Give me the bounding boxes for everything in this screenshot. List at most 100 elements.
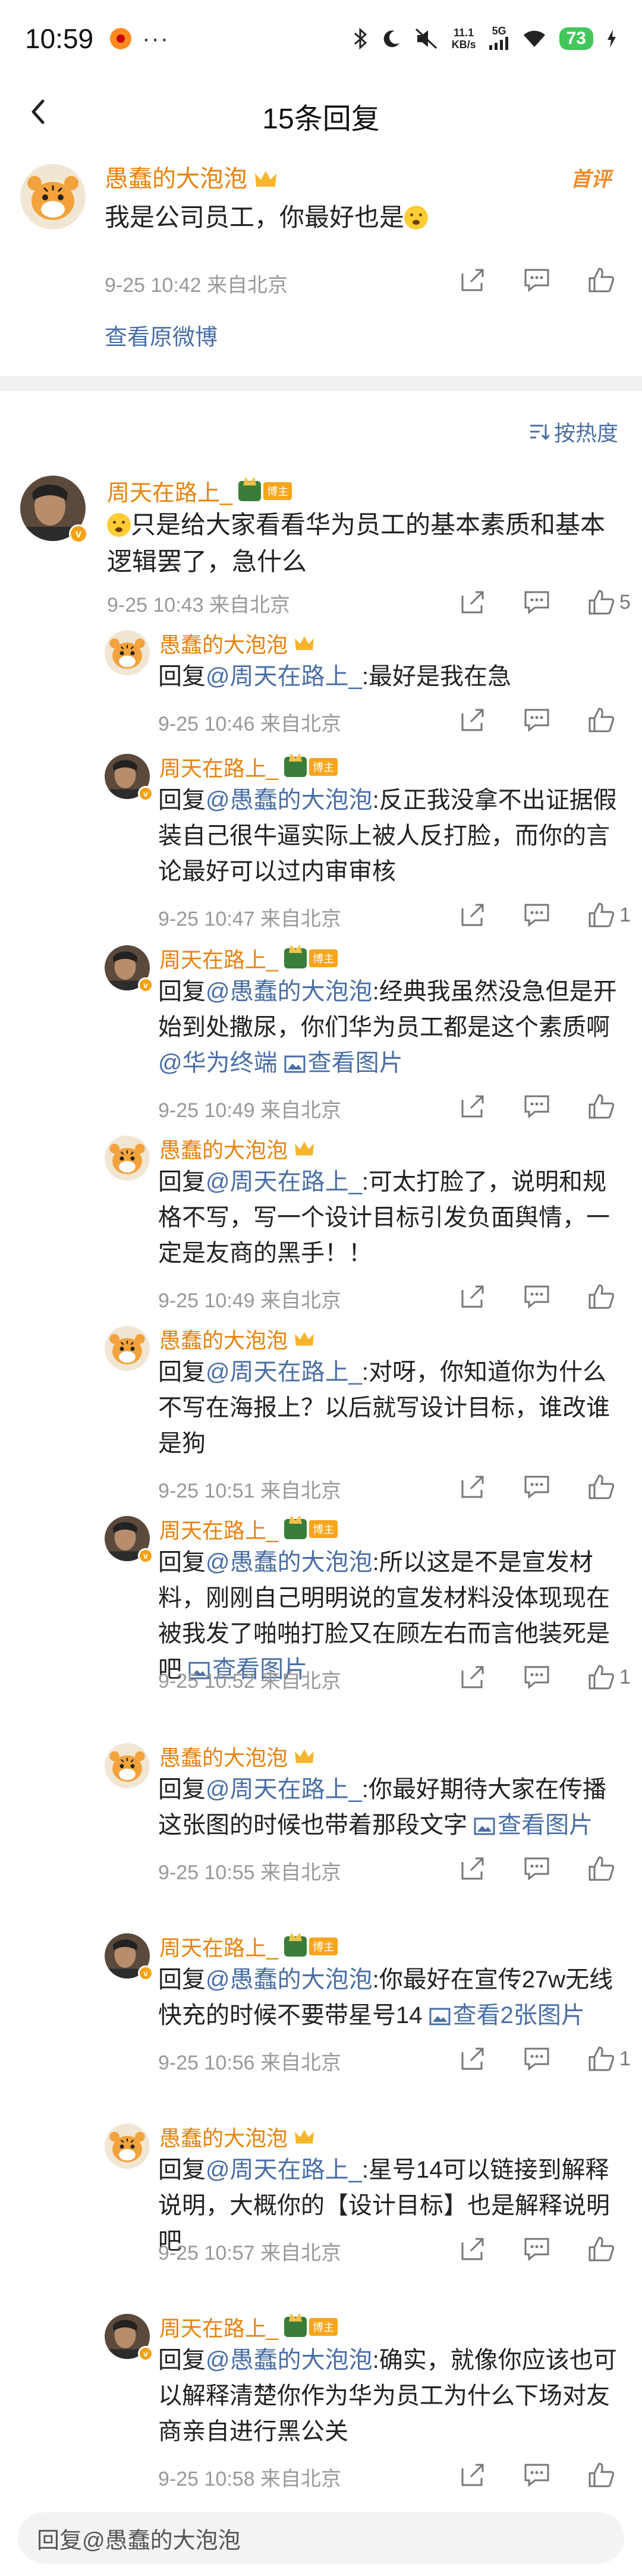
share-icon[interactable] [458, 1472, 487, 1502]
like-group[interactable] [586, 2234, 619, 2264]
like-group[interactable]: 1 [586, 900, 631, 930]
reply-mention[interactable]: @愚蠢的大泡泡 [206, 1549, 373, 1575]
like-icon[interactable] [586, 1092, 616, 1121]
comment-icon[interactable] [522, 900, 552, 930]
reply-author[interactable]: 愚蠢的大泡泡 [159, 2121, 315, 2152]
like-icon[interactable] [586, 1662, 616, 1692]
reply-prefix: 回复 [158, 979, 206, 1005]
reply-mention[interactable]: @周天在路上_ [206, 2157, 362, 2183]
reply-prefix: 回复 [158, 663, 206, 690]
reply-author[interactable]: 周天在路上_ 博主 [159, 2311, 338, 2342]
blogger-badge: 博主 [238, 480, 292, 501]
like-group[interactable] [586, 2460, 619, 2490]
tiger-avatar[interactable] [105, 1743, 150, 1788]
like-icon[interactable] [586, 587, 616, 617]
reply-mention[interactable]: @愚蠢的大泡泡 [206, 1967, 373, 1993]
share-icon[interactable] [458, 2234, 487, 2264]
share-icon[interactable] [458, 900, 487, 930]
like-group[interactable] [586, 1472, 619, 1502]
comment-icon[interactable] [522, 587, 552, 617]
reply-meta: 9-25 10:58 来自北京 [158, 2468, 342, 2490]
reply-mention[interactable]: @周天在路上_ [206, 1169, 362, 1195]
blogger-tag: 博主 [309, 1937, 338, 1955]
reply-mention[interactable]: @愚蠢的大泡泡 [206, 979, 373, 1005]
comment-icon[interactable] [522, 1854, 552, 1883]
reply-actions: 1 [458, 1662, 631, 1692]
like-icon[interactable] [586, 705, 616, 735]
share-icon[interactable] [458, 1854, 487, 1883]
like-group[interactable]: 5 [586, 587, 631, 617]
tiger-avatar[interactable] [105, 630, 150, 675]
reply-mention[interactable]: @周天在路上_ [206, 1359, 362, 1385]
reply-mention[interactable]: @周天在路上_ [206, 663, 362, 690]
reply-meta: 9-25 10:49 来自北京 [158, 1289, 342, 1312]
original-author-name[interactable]: 愚蠢的大泡泡 [105, 159, 278, 194]
like-icon[interactable] [586, 1854, 616, 1883]
view-image-link[interactable]: 查看2张图片 [429, 2002, 585, 2028]
main-text-content: 只是给大家看看华为员工的基本素质和基本逻辑罢了，急什么 [107, 511, 606, 575]
original-text-content: 我是公司员工，你最好也是 [105, 203, 405, 231]
like-icon[interactable] [586, 1472, 616, 1502]
status-bar: 10:59 ··· 11.1 KB/s 5G 73 [0, 0, 642, 77]
comment-icon[interactable] [522, 1662, 552, 1692]
share-icon[interactable] [458, 2460, 487, 2490]
share-icon[interactable] [458, 587, 487, 617]
main-comment-actions: 5 [458, 587, 631, 617]
reply-author[interactable]: 愚蠢的大泡泡 [159, 1323, 315, 1354]
like-group[interactable] [586, 705, 619, 735]
reply-mention-2[interactable]: @华为终端 [158, 1050, 278, 1076]
share-icon[interactable] [458, 705, 487, 735]
view-image-link[interactable]: 查看图片 [284, 1050, 403, 1076]
comment-icon[interactable] [522, 265, 552, 295]
blogger-badge: 博主 [284, 1936, 338, 1957]
reply-author[interactable]: 周天在路上_ 博主 [159, 943, 338, 974]
like-icon[interactable] [586, 1282, 616, 1311]
share-icon[interactable] [458, 265, 487, 295]
reply-input[interactable]: 回复@愚蠢的大泡泡 [18, 2512, 624, 2564]
reply-author[interactable]: 愚蠢的大泡泡 [159, 1133, 315, 1164]
reply-mention[interactable]: @周天在路上_ [206, 1776, 362, 1803]
reply-actions [458, 2234, 619, 2264]
comment-icon[interactable] [522, 2460, 552, 2490]
view-image-link[interactable]: 查看图片 [474, 1812, 593, 1838]
view-original-link[interactable]: 查看原微博 [105, 319, 218, 351]
level-icon [238, 480, 262, 501]
like-icon[interactable] [586, 2234, 616, 2264]
comment-icon[interactable] [522, 2234, 552, 2264]
like-icon[interactable] [586, 265, 616, 295]
status-time: 10:59 [25, 23, 94, 54]
reply-author[interactable]: 周天在路上_ 博主 [159, 751, 338, 782]
comment-icon[interactable] [522, 1472, 552, 1502]
comment-icon[interactable] [522, 1092, 552, 1121]
like-group[interactable]: 1 [586, 2044, 631, 2074]
reply-author[interactable]: 愚蠢的大泡泡 [159, 1741, 315, 1772]
comment-icon[interactable] [522, 705, 552, 735]
like-icon[interactable] [586, 900, 616, 930]
reply-author-text: 愚蠢的大泡泡 [159, 2126, 288, 2150]
like-group[interactable] [586, 1854, 619, 1883]
tiger-avatar[interactable] [105, 1136, 150, 1181]
reply-author[interactable]: 周天在路上_ 博主 [159, 1931, 338, 1962]
tiger-avatar[interactable] [105, 1326, 150, 1371]
tiger-avatar[interactable] [20, 164, 86, 229]
like-icon[interactable] [586, 2044, 616, 2074]
comment-icon[interactable] [522, 2044, 552, 2074]
reply-author[interactable]: 周天在路上_ 博主 [159, 1514, 338, 1545]
reply-author[interactable]: 愚蠢的大泡泡 [159, 628, 315, 659]
share-icon[interactable] [458, 1662, 487, 1692]
share-icon[interactable] [458, 1282, 487, 1311]
main-comment-author[interactable]: 周天在路上_ 博主 [107, 474, 292, 507]
like-icon[interactable] [586, 2460, 616, 2490]
like-group[interactable] [586, 1282, 619, 1311]
sort-toggle[interactable]: 按热度 [528, 416, 618, 447]
reply-meta: 9-25 10:49 来自北京 [158, 1099, 342, 1122]
share-icon[interactable] [458, 1092, 487, 1121]
share-icon[interactable] [458, 2044, 487, 2074]
net-speed-value: 11.1 [454, 27, 474, 39]
like-group[interactable]: 1 [586, 1662, 631, 1692]
reply-mention[interactable]: @愚蠢的大泡泡 [206, 2347, 373, 2373]
like-group[interactable] [586, 1092, 619, 1121]
reply-mention[interactable]: @愚蠢的大泡泡 [206, 787, 373, 813]
comment-icon[interactable] [522, 1282, 552, 1311]
tiger-avatar[interactable] [105, 2124, 150, 2169]
